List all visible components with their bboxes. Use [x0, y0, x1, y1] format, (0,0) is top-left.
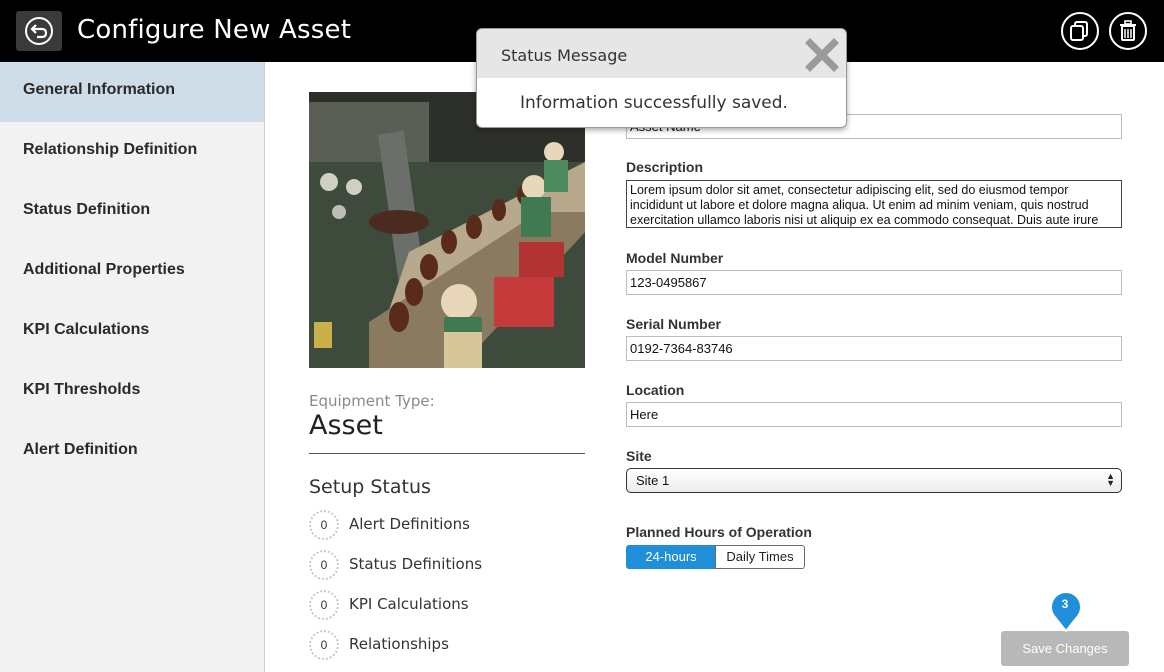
status-count-badge: 0	[309, 510, 339, 540]
setup-status-item: 0 Status Definitions	[309, 550, 585, 580]
site-select-value: Site 1	[636, 473, 670, 488]
equipment-type-value: Asset	[309, 410, 383, 441]
sidebar-item-status-definition[interactable]: Status Definition	[0, 182, 264, 242]
status-count-badge: 0	[309, 630, 339, 660]
location-input[interactable]	[626, 402, 1122, 427]
planned-hours-label: Planned Hours of Operation	[626, 524, 812, 540]
copy-icon	[1070, 21, 1088, 41]
back-button[interactable]	[16, 11, 62, 51]
site-label: Site	[626, 448, 652, 464]
model-number-input[interactable]	[626, 270, 1122, 295]
site-select[interactable]: Site 1 ▲ ▼	[626, 468, 1122, 493]
setup-status-title: Setup Status	[309, 476, 431, 498]
status-toast: Status Message Information successfully …	[476, 28, 847, 128]
serial-number-input[interactable]	[626, 336, 1122, 361]
trash-icon	[1120, 20, 1136, 41]
setup-status-item: 0 KPI Calculations	[309, 590, 585, 620]
location-label: Location	[626, 382, 685, 398]
sidebar-item-alert-definition[interactable]: Alert Definition	[0, 422, 264, 482]
back-arrow-icon	[25, 17, 53, 45]
status-label: Alert Definitions	[349, 515, 470, 533]
description-textarea[interactable]: Lorem ipsum dolor sit amet, consectetur …	[626, 180, 1122, 228]
hours-24-toggle[interactable]: 24-hours	[626, 545, 716, 569]
toast-title: Status Message	[501, 46, 628, 65]
status-label: Relationships	[349, 635, 449, 653]
close-icon	[805, 38, 839, 72]
divider	[309, 453, 585, 454]
sidebar-item-additional-properties[interactable]: Additional Properties	[0, 242, 264, 302]
status-label: KPI Calculations	[349, 595, 469, 613]
select-arrows-icon: ▲ ▼	[1106, 471, 1115, 488]
status-count-badge: 0	[309, 550, 339, 580]
asset-image	[309, 92, 585, 368]
delete-button[interactable]	[1109, 12, 1147, 50]
equipment-type-label: Equipment Type:	[309, 392, 435, 410]
setup-status-item: 0 Relationships	[309, 630, 585, 660]
sidebar-item-general-information[interactable]: General Information	[0, 62, 264, 122]
hours-daily-toggle[interactable]: Daily Times	[715, 545, 805, 569]
setup-status-item: 0 Alert Definitions	[309, 510, 585, 540]
sidebar-item-kpi-calculations[interactable]: KPI Calculations	[0, 302, 264, 362]
page-title: Configure New Asset	[77, 15, 352, 45]
toast-message: Information successfully saved.	[520, 93, 788, 113]
sidebar-item-kpi-thresholds[interactable]: KPI Thresholds	[0, 362, 264, 422]
sidebar: General Information Relationship Definit…	[0, 62, 265, 672]
sidebar-item-relationship-definition[interactable]: Relationship Definition	[0, 122, 264, 182]
description-label: Description	[626, 159, 704, 175]
save-changes-button[interactable]: Save Changes	[1001, 631, 1129, 666]
copy-button[interactable]	[1061, 12, 1099, 50]
serial-number-label: Serial Number	[626, 316, 721, 332]
model-number-label: Model Number	[626, 250, 724, 266]
toast-close-button[interactable]	[805, 38, 839, 72]
status-count-badge: 0	[309, 590, 339, 620]
step-badge: 3	[1061, 597, 1069, 611]
toast-header: Status Message	[477, 29, 846, 78]
status-label: Status Definitions	[349, 555, 483, 573]
